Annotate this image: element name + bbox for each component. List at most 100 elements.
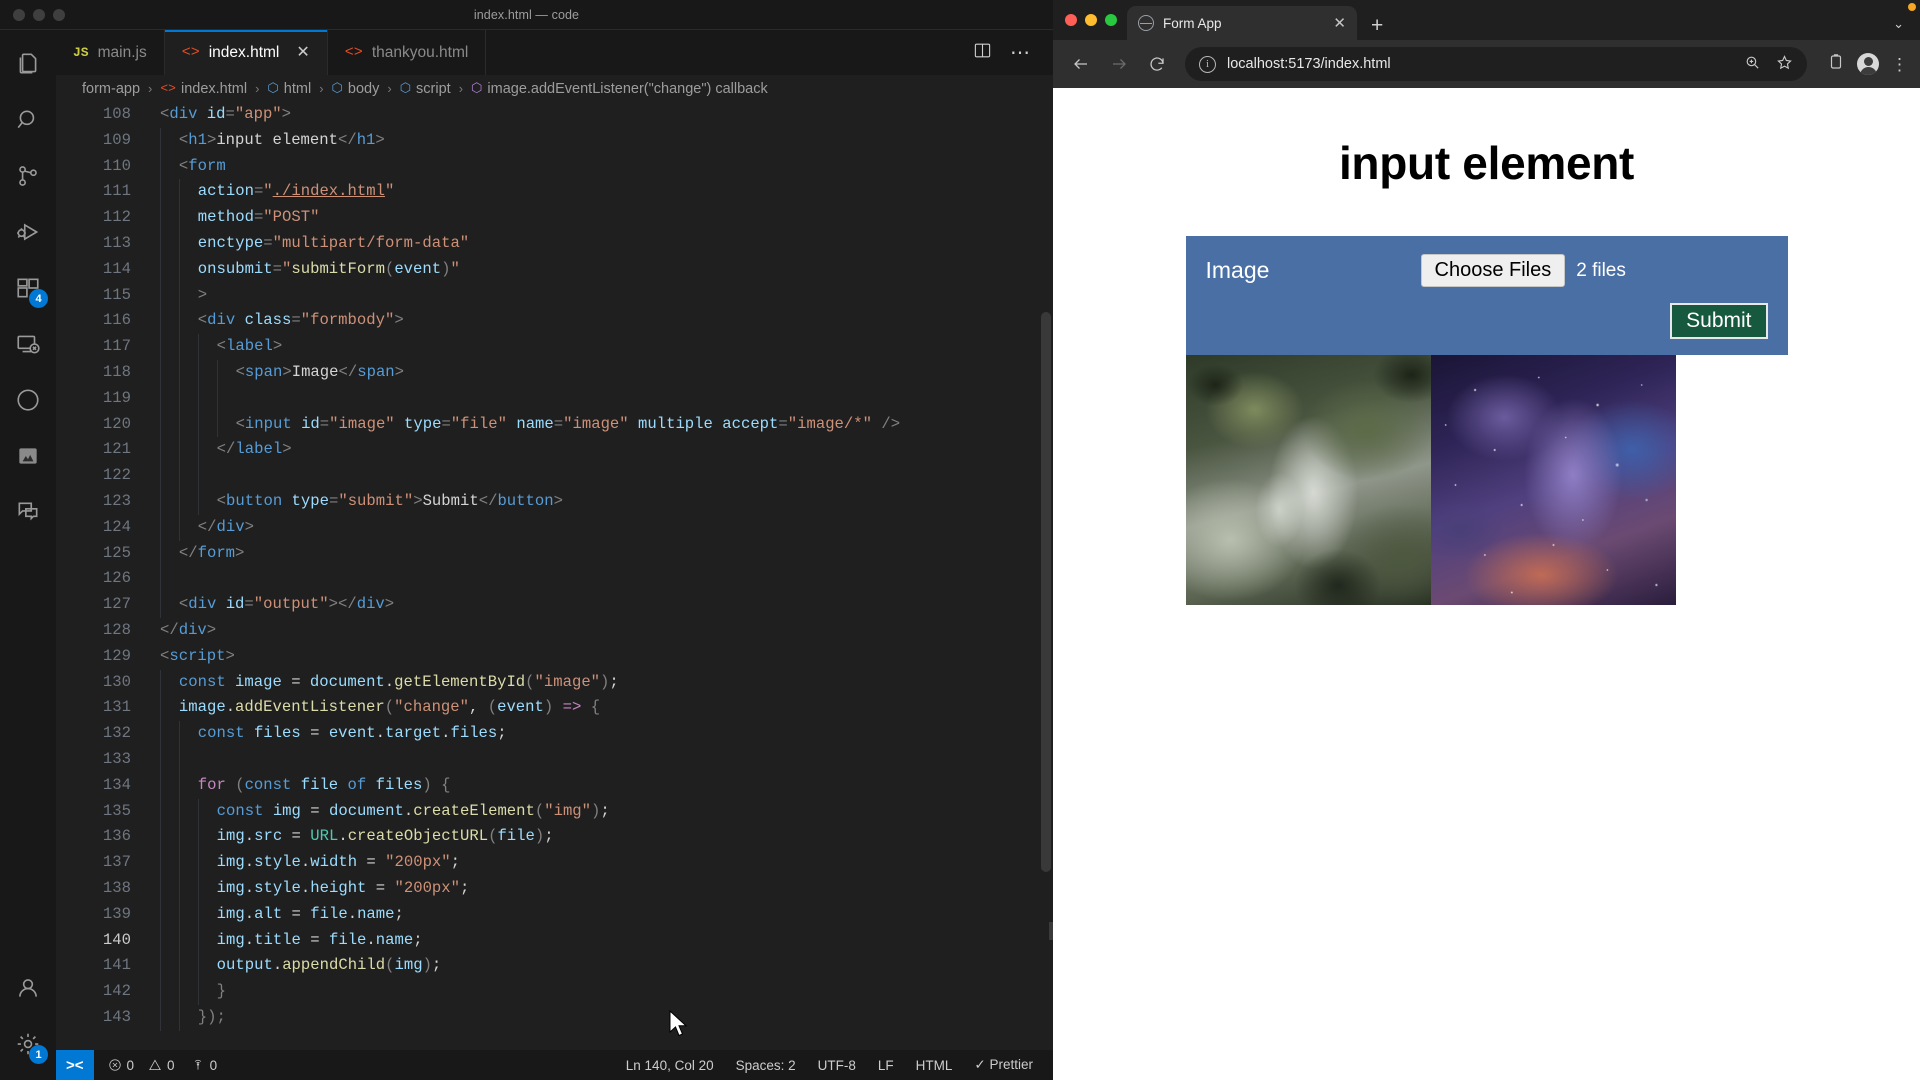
editor-tab-thankyou-html[interactable]: <> thankyou.html [327, 30, 487, 75]
code-token: script [169, 646, 226, 665]
code-token: . [244, 827, 255, 846]
code-line[interactable]: 110 <form [56, 153, 1053, 180]
minimize-window-button[interactable] [1085, 14, 1097, 26]
zoom-icon[interactable] [1744, 54, 1761, 75]
code-line[interactable]: 119 [56, 385, 1053, 412]
code-line[interactable]: 125 </form> [56, 540, 1053, 567]
code-line[interactable]: 133 [56, 746, 1053, 773]
code-line[interactable]: 123 <button type="submit">Submit</button… [56, 488, 1053, 515]
close-window-button[interactable] [1065, 14, 1077, 26]
ports-indicator[interactable]: 0 [191, 1058, 217, 1073]
choose-files-button[interactable]: Choose Files [1420, 254, 1566, 287]
sidebar-item-source-control[interactable] [0, 150, 56, 206]
problems-indicator[interactable]: 0 0 [108, 1058, 175, 1073]
code-line[interactable]: 114 onsubmit="submitForm(event)" [56, 256, 1053, 283]
formatter-status[interactable]: ✓ Prettier [974, 1057, 1033, 1073]
code-token: . [366, 930, 376, 949]
browser-tab-form-app[interactable]: Form App ✕ [1127, 6, 1357, 40]
code-line[interactable]: 136 img.src = URL.createObjectURL(file); [56, 824, 1053, 851]
encoding[interactable]: UTF-8 [818, 1058, 856, 1073]
thumbnail-image[interactable] [1430, 355, 1676, 605]
kebab-menu-icon[interactable]: ⋮ [1891, 56, 1908, 73]
thumbnail-image[interactable] [1185, 355, 1431, 605]
code-line[interactable]: 129 <script> [56, 644, 1053, 670]
code-line[interactable]: 122 [56, 463, 1053, 489]
code-line[interactable]: 117 <label> [56, 334, 1053, 360]
code-line[interactable]: 130 const image = document.getElementByI… [56, 669, 1053, 696]
code-token: "200px" [394, 878, 461, 897]
breadcrumb-item-html[interactable]: ⬡ html [267, 81, 311, 97]
code-line[interactable]: 143 }); [56, 1004, 1053, 1031]
code-line[interactable]: 120 <input id="image" type="file" name="… [56, 411, 1053, 438]
star-icon[interactable] [1776, 54, 1793, 75]
sidebar-item-search[interactable] [0, 94, 56, 150]
maximize-window-button[interactable] [1105, 14, 1117, 26]
submit-button[interactable]: Submit [1670, 303, 1768, 339]
code-line[interactable]: 139 img.alt = file.name; [56, 901, 1053, 928]
breadcrumb-item-index-html[interactable]: <> index.html [160, 81, 247, 97]
extensions-icon[interactable] [1827, 53, 1845, 76]
code-line[interactable]: 108 <div id="app"> [56, 102, 1053, 128]
code-line[interactable]: 135 const img = document.createElement("… [56, 798, 1053, 825]
sidebar-item-explorer[interactable] [0, 38, 56, 94]
code-line[interactable]: 134 for (const file of files) { [56, 772, 1053, 799]
code-line[interactable]: 127 <div id="output"></div> [56, 592, 1053, 618]
code-token: = [282, 827, 311, 846]
code-line[interactable]: 116 <div class="formbody"> [56, 308, 1053, 335]
code-line[interactable]: 131 image.addEventListener("change", (ev… [56, 695, 1053, 722]
sidebar-item-extensions[interactable]: 4 [0, 262, 56, 318]
code-editor[interactable]: 108 <div id="app"> 109 <h1>input element</… [56, 102, 1053, 1050]
sidebar-item-remote-explorer[interactable] [0, 318, 56, 374]
browser-traffic-lights[interactable] [1065, 0, 1127, 40]
site-info-icon[interactable]: i [1199, 55, 1216, 73]
back-button[interactable] [1065, 48, 1097, 80]
code-line[interactable]: 121 </label> [56, 437, 1053, 464]
code-line[interactable]: 124 </div> [56, 514, 1053, 541]
code-line[interactable]: 109 <h1>input element</h1> [56, 127, 1053, 154]
indent-guide [197, 437, 217, 464]
code-line[interactable]: 112 method="POST" [56, 205, 1053, 231]
code-token: > [206, 620, 217, 639]
code-line[interactable]: 140 img.title = file.name; [56, 927, 1053, 954]
indent-guide [160, 592, 179, 618]
remote-indicator-icon[interactable]: >< [56, 1050, 94, 1080]
code-line[interactable]: 115 > [56, 282, 1053, 309]
breadcrumb-item-callback[interactable]: ⬡ image.addEventListener("change") callb… [471, 81, 768, 97]
reload-button[interactable] [1141, 48, 1173, 80]
code-line[interactable]: 132 const files = event.target.files; [56, 721, 1053, 747]
close-icon[interactable]: ✕ [1333, 14, 1346, 32]
address-bar[interactable]: i localhost:5173/index.html [1185, 47, 1807, 81]
split-editor-icon[interactable] [973, 41, 992, 65]
avatar-icon[interactable] [1857, 53, 1879, 75]
editor-tab-index-html[interactable]: <> index.html ✕ [164, 30, 328, 75]
sidebar-item-settings[interactable]: 1 [0, 1018, 56, 1074]
sidebar-item-run-and-debug[interactable] [0, 206, 56, 262]
sidebar-item-azure[interactable] [0, 374, 56, 430]
code-line[interactable]: 141 output.appendChild(img); [56, 953, 1053, 980]
code-line[interactable]: 111 action="./index.html" [56, 179, 1053, 206]
forward-button[interactable] [1103, 48, 1135, 80]
editor-scrollbar[interactable] [1041, 312, 1051, 872]
code-line[interactable]: 137 img.style.width = "200px"; [56, 850, 1053, 876]
eol[interactable]: LF [878, 1058, 894, 1073]
sidebar-item-accounts[interactable] [0, 962, 56, 1018]
code-line[interactable]: 126 [56, 566, 1053, 593]
indentation[interactable]: Spaces: 2 [736, 1058, 796, 1073]
code-line[interactable]: 138 img.style.height = "200px"; [56, 875, 1053, 902]
breadcrumb-item-form-app[interactable]: form-app [82, 81, 140, 97]
code-line[interactable]: 142 } [56, 979, 1053, 1005]
new-tab-button[interactable]: + [1357, 15, 1397, 40]
breadcrumb-item-body[interactable]: ⬡ body [332, 81, 380, 97]
breadcrumb-item-script[interactable]: ⬡ script [400, 81, 451, 97]
sidebar-item-image-preview[interactable] [0, 430, 56, 486]
cursor-position[interactable]: Ln 140, Col 20 [626, 1058, 714, 1073]
sidebar-item-chat[interactable] [0, 486, 56, 542]
chevron-down-icon[interactable]: ⌄ [1893, 16, 1904, 32]
editor-tab-main-js[interactable]: JS main.js [56, 30, 165, 75]
language-mode[interactable]: HTML [916, 1058, 953, 1073]
code-line[interactable]: 118 <span>Image</span> [56, 359, 1053, 386]
close-icon[interactable]: ✕ [296, 44, 309, 61]
code-line[interactable]: 113 enctype="multipart/form-data" [56, 230, 1053, 257]
code-line[interactable]: 128 </div> [56, 618, 1053, 644]
